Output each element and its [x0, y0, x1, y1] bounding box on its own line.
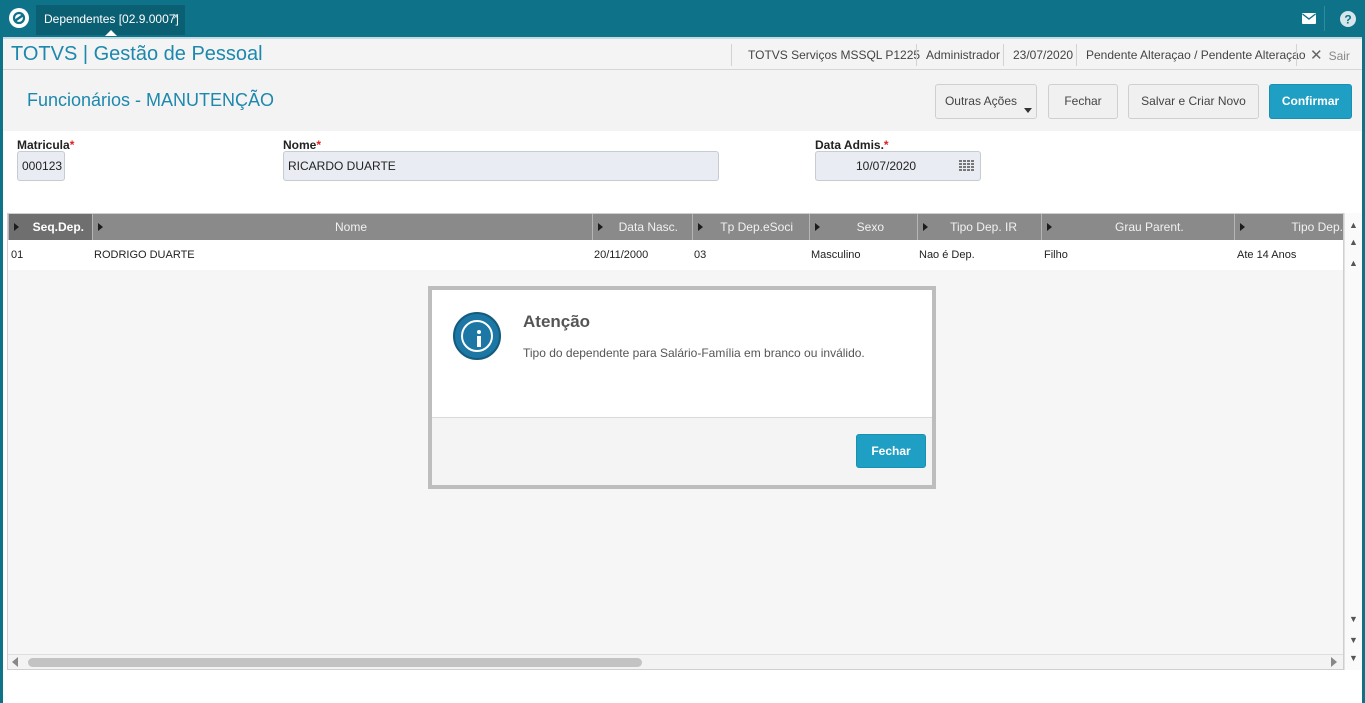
user-label: Administrador: [926, 48, 1001, 62]
cell-data-nasc: 20/11/2000: [594, 249, 649, 261]
column-header-tp-dep-esocial[interactable]: Tp Dep.eSoci: [692, 214, 809, 240]
tab-close-icon[interactable]: ×: [173, 11, 179, 23]
matricula-field[interactable]: 000123: [17, 151, 65, 181]
date-label: 23/07/2020: [1013, 48, 1074, 62]
data-admis-field[interactable]: 10/07/2020: [815, 151, 981, 181]
cell-tipo-dep: Ate 14 Anos: [1237, 249, 1297, 261]
totvs-logo-icon[interactable]: [9, 8, 29, 28]
sort-arrow-icon: [923, 223, 928, 231]
cell-tipo-dep-ir: Nao é Dep.: [919, 249, 975, 261]
top-bar: Dependentes [02.9.0007] × ?: [0, 0, 1365, 37]
column-header-tipo-dep[interactable]: Tipo Dep.: [1234, 214, 1343, 240]
horizontal-scroll-thumb[interactable]: [28, 658, 642, 667]
header-divider: [916, 44, 917, 66]
data-admis-value: 10/07/2020: [856, 159, 917, 173]
close-button[interactable]: Fechar: [1048, 84, 1118, 119]
status-label: Pendente Alteraçao / Pendente Alteraçao: [1086, 48, 1306, 62]
dialog-title: Atenção: [523, 312, 591, 331]
sort-arrow-icon: [98, 223, 103, 231]
sort-arrow-icon: [815, 223, 820, 231]
nome-label: Nome*: [283, 138, 322, 152]
nome-field[interactable]: RICARDO DUARTE: [283, 151, 719, 181]
info-icon: [453, 312, 501, 360]
column-header-data-nasc[interactable]: Data Nasc.: [592, 214, 692, 240]
dialog-footer: Fechar: [432, 417, 932, 485]
topbar-divider: [1324, 6, 1325, 31]
column-header-sexo[interactable]: Sexo: [809, 214, 917, 240]
sort-arrow-icon: [698, 223, 703, 231]
column-header-grau-parent[interactable]: Grau Parent.: [1041, 214, 1234, 240]
page-title: Funcionários - MANUTENÇÃO: [27, 90, 275, 110]
exit-button[interactable]: ✕ Sair: [1310, 46, 1350, 64]
cell-tp-dep-esocial: 03: [694, 249, 707, 261]
mail-icon[interactable]: [1294, 0, 1324, 37]
horizontal-scrollbar[interactable]: [8, 654, 1343, 669]
column-header-nome[interactable]: Nome: [92, 214, 592, 240]
cell-nome: RODRIGO DUARTE: [94, 249, 195, 261]
scroll-page-up-icon[interactable]: ▲: [1349, 238, 1358, 247]
table-row[interactable]: 01 RODRIGO DUARTE 20/11/2000 03 Masculin…: [8, 240, 1343, 270]
environment-label: TOTVS Serviços MSSQL P1225: [748, 48, 921, 62]
sort-arrow-icon: [598, 223, 603, 231]
scroll-left-icon[interactable]: [12, 657, 18, 667]
employee-form: Matricula* 000123 Nome* RICARDO DUARTE D…: [3, 131, 1362, 213]
scroll-right-icon[interactable]: [1331, 657, 1337, 667]
scroll-down-icon[interactable]: ▼: [1349, 615, 1358, 624]
scroll-bottom-icon[interactable]: ▼: [1349, 654, 1358, 663]
sort-arrow-icon: [14, 223, 19, 231]
app-header: TOTVS | Gestão de Pessoal TOTVS Serviços…: [3, 37, 1362, 70]
dialog-close-button[interactable]: Fechar: [856, 434, 926, 468]
confirm-button[interactable]: Confirmar: [1269, 84, 1352, 119]
exit-label: Sair: [1328, 49, 1350, 63]
scroll-up-icon[interactable]: ▲: [1349, 259, 1358, 268]
calendar-icon[interactable]: [959, 160, 974, 172]
header-divider: [1076, 44, 1077, 66]
app-title: TOTVS | Gestão de Pessoal: [11, 43, 263, 65]
header-divider: [1296, 44, 1297, 66]
tab-dependentes[interactable]: Dependentes [02.9.0007] ×: [36, 5, 185, 36]
column-header-tipo-dep-ir[interactable]: Tipo Dep. IR: [917, 214, 1041, 240]
sort-arrow-icon: [1047, 223, 1052, 231]
help-icon[interactable]: ?: [1333, 0, 1363, 37]
page-toolbar: Funcionários - MANUTENÇÃO Outras Ações F…: [3, 70, 1362, 131]
save-new-button[interactable]: Salvar e Criar Novo: [1128, 84, 1259, 119]
vertical-scrollbar[interactable]: ▲ ▲ ▲ ▼ ▼ ▼: [1344, 213, 1362, 670]
grid-header: Seq.Dep. Nome Data Nasc. Tp Dep.eSoci Se…: [8, 214, 1343, 240]
cell-seq: 01: [11, 249, 24, 261]
close-icon: ✕: [1310, 47, 1323, 64]
dialog-message: Tipo do dependente para Salário-Família …: [523, 346, 865, 360]
tab-label: Dependentes [02.9.0007]: [44, 12, 179, 26]
cell-sexo: Masculino: [811, 249, 861, 261]
more-actions-label: Outras Ações: [944, 94, 1018, 108]
header-divider: [1003, 44, 1004, 66]
header-divider: [731, 44, 732, 66]
scroll-page-down-icon[interactable]: ▼: [1349, 636, 1358, 645]
scroll-top-icon[interactable]: ▲: [1349, 221, 1358, 230]
chevron-down-icon: [1024, 108, 1032, 113]
more-actions-button[interactable]: Outras Ações: [935, 84, 1037, 119]
column-header-seq[interactable]: Seq.Dep.: [8, 214, 92, 240]
sort-arrow-icon: [1240, 223, 1245, 231]
matricula-label: Matricula*: [17, 138, 75, 152]
data-admis-label: Data Admis.*: [815, 138, 889, 152]
svg-text:?: ?: [1344, 12, 1351, 26]
cell-grau-parent: Filho: [1044, 249, 1068, 261]
attention-dialog: Atenção Tipo do dependente para Salário-…: [428, 286, 936, 489]
tab-active-indicator: [105, 30, 117, 36]
